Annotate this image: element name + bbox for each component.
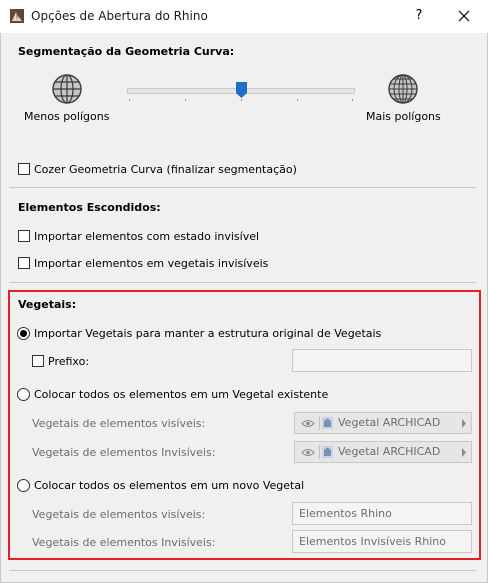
chevron-right-icon [462,448,466,457]
divider [10,570,476,571]
import-invisible-layers-label[interactable]: Importar elementos em vegetais invisívei… [34,257,268,270]
prefix-label[interactable]: Prefixo: [48,355,89,368]
new-visible-label: Vegetais de elementos visíveis: [32,508,206,521]
segmentation-slider-thumb[interactable] [236,82,247,98]
new-invisible-label: Vegetais de elementos Invisíveis: [32,536,216,549]
import-invisible-layers-checkbox[interactable] [18,257,30,269]
layers-title: Vegetais: [18,298,77,311]
slider-tick [297,99,298,101]
divider [10,187,476,188]
slider-tick [129,99,130,101]
chevron-right-icon [462,419,466,428]
layer-icon [322,417,333,429]
layer-icon [322,446,333,458]
new-layer-label[interactable]: Colocar todos os elementos em um novo Ve… [34,479,304,492]
import-invisible-elements-checkbox[interactable] [18,230,30,242]
existing-invisible-value: Vegetal ARCHICAD [338,445,441,458]
separator [319,445,320,459]
rhino-app-icon [10,9,24,23]
radio-keep-layer-structure[interactable] [17,327,30,340]
slider-tick [241,99,242,101]
more-polygons-label: Mais polígons [366,110,441,123]
hidden-elements-title: Elementos Escondidos: [18,201,161,214]
close-icon[interactable] [452,5,476,27]
divider [10,282,476,283]
segmentation-title: Segmentação da Geometria Curva: [18,45,235,58]
existing-layer-label[interactable]: Colocar todos os elementos em um Vegetal… [34,388,328,401]
existing-visible-value: Vegetal ARCHICAD [338,416,441,429]
new-invisible-input[interactable]: Elementos Invisíveis Rhino [292,530,472,553]
existing-visible-dropdown[interactable]: Vegetal ARCHICAD [294,412,472,434]
separator [319,416,320,430]
sphere-low-poly-icon [52,74,82,104]
existing-invisible-dropdown[interactable]: Vegetal ARCHICAD [294,441,472,463]
radio-new-layer[interactable] [17,479,30,492]
sphere-high-poly-icon [388,74,418,104]
existing-invisible-label: Vegetais de elementos Invisíveis: [32,446,216,459]
fewer-polygons-label: Menos polígons [24,110,110,123]
import-invisible-elements-label[interactable]: Importar elementos com estado invisível [34,230,259,243]
prefix-input[interactable] [292,349,472,372]
help-button[interactable]: ? [408,5,430,27]
new-visible-input[interactable]: Elementos Rhino [292,502,472,525]
slider-tick [185,99,186,101]
stitch-label[interactable]: Cozer Geometria Curva (finalizar segment… [34,163,297,176]
existing-visible-label: Vegetais de elementos visíveis: [32,417,206,430]
eye-icon [301,420,315,427]
radio-existing-layer[interactable] [17,388,30,401]
stitch-checkbox[interactable] [18,163,30,175]
keep-layer-structure-label[interactable]: Importar Vegetais para manter a estrutur… [34,327,381,340]
slider-tick [352,99,353,101]
window-title: Opções de Abertura do Rhino [31,9,208,23]
prefix-checkbox[interactable] [32,355,44,367]
eye-icon [301,449,315,456]
